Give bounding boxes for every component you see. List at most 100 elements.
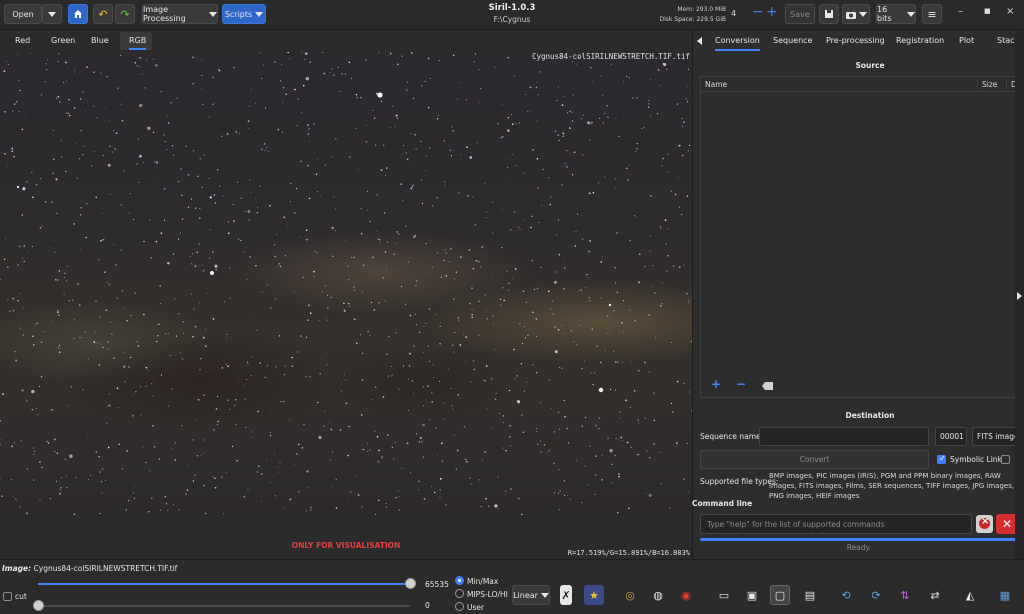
star: [95, 451, 98, 453]
compass-icon[interactable]: ◎: [620, 585, 640, 605]
tab-red[interactable]: Red: [15, 36, 30, 45]
star: [334, 229, 336, 232]
zoom-in-icon[interactable]: ▣: [742, 585, 762, 605]
scripts-menu[interactable]: Scripts: [222, 4, 266, 24]
star: [657, 69, 660, 71]
start-index-input[interactable]: 00001: [935, 427, 967, 446]
zoom-out-icon[interactable]: ▤: [800, 585, 820, 605]
star: [619, 417, 621, 419]
star: [82, 388, 84, 391]
star: [54, 251, 56, 253]
star: [480, 266, 482, 268]
home-button[interactable]: [68, 4, 88, 24]
star: [345, 379, 347, 381]
source-file-list[interactable]: Name Size D: [700, 76, 1024, 398]
star: [19, 89, 21, 92]
maximize-button[interactable]: ■: [984, 7, 991, 15]
tab-green[interactable]: Green: [51, 36, 75, 45]
star: [552, 313, 554, 315]
bright-star: [16, 185, 20, 189]
save-button[interactable]: Save: [785, 4, 815, 24]
thread-decrease-button[interactable]: −: [752, 4, 764, 20]
clear-list-button[interactable]: [762, 379, 773, 393]
zoom-one-icon[interactable]: ▢: [770, 585, 790, 605]
rotate-left-icon[interactable]: ⟲: [836, 585, 856, 605]
undo-button[interactable]: ↶: [93, 4, 113, 24]
extra-option-checkbox[interactable]: [1001, 455, 1010, 464]
star: [579, 324, 581, 326]
tab-plot[interactable]: Plot: [959, 36, 974, 45]
star: [422, 423, 425, 427]
save-as-button[interactable]: [819, 4, 839, 24]
tab-registration[interactable]: Registration: [896, 36, 944, 45]
tab-blue[interactable]: Blue: [91, 36, 109, 45]
column-size[interactable]: Size: [977, 80, 997, 89]
star: [607, 437, 609, 440]
star: [365, 59, 367, 61]
tab-pre-processing[interactable]: Pre-processing: [826, 36, 885, 45]
column-name[interactable]: Name: [705, 80, 727, 89]
cut-checkbox[interactable]: [3, 592, 12, 601]
rotate-right-icon[interactable]: ⟳: [866, 585, 886, 605]
tab-sequence[interactable]: Sequence: [773, 36, 812, 45]
star: [113, 244, 115, 246]
user-radio[interactable]: [455, 602, 464, 611]
star: [616, 232, 618, 234]
tab-conversion[interactable]: Conversion: [715, 36, 760, 51]
image-info-icon[interactable]: ▦: [995, 585, 1015, 605]
recent-files-dropdown[interactable]: [42, 4, 62, 24]
high-slider-knob[interactable]: [405, 578, 416, 589]
star: [384, 300, 386, 302]
flip-icon[interactable]: ⇅: [895, 585, 915, 605]
globe-icon[interactable]: ◍: [648, 585, 668, 605]
command-input[interactable]: Type "help" for the list of supported co…: [700, 514, 972, 534]
star: [60, 156, 63, 158]
star: [514, 268, 517, 270]
close-window-button[interactable]: ×: [1006, 6, 1014, 17]
target-icon[interactable]: ◉: [676, 585, 696, 605]
stretch-select[interactable]: Linear: [512, 585, 550, 605]
convert-button[interactable]: Convert: [700, 450, 929, 469]
high-slider-track[interactable]: [38, 583, 410, 585]
bit-depth-menu[interactable]: 16 bits: [876, 4, 916, 24]
zoom-fit-icon[interactable]: ▭: [714, 585, 734, 605]
star: [427, 345, 429, 347]
symbolic-link-checkbox[interactable]: [937, 454, 946, 464]
minimize-button[interactable]: –: [958, 6, 963, 17]
star: [515, 123, 517, 125]
image-canvas[interactable]: Cygnus84-colSIRILNEWSTRETCH.TIF.tif: [0, 52, 692, 515]
snapshot-menu[interactable]: [842, 4, 870, 24]
colormap-icon[interactable]: ★: [584, 585, 604, 605]
add-files-button[interactable]: +: [711, 377, 721, 391]
star: [321, 52, 323, 53]
low-slider-knob[interactable]: [33, 600, 44, 611]
main-menu-button[interactable]: ≡: [922, 4, 942, 24]
redo-button[interactable]: ↷: [115, 4, 135, 24]
clear-command-button[interactable]: [976, 515, 993, 533]
star: [289, 57, 291, 60]
histogram-icon[interactable]: ◭: [960, 585, 980, 605]
minmax-radio[interactable]: [455, 576, 464, 585]
panel-collapse-strip[interactable]: [1015, 30, 1024, 559]
sequence-name-input[interactable]: [759, 427, 929, 446]
mirror-icon[interactable]: ⇄: [925, 585, 945, 605]
mips-radio[interactable]: [455, 589, 464, 598]
star: [225, 471, 228, 473]
low-slider-track[interactable]: [38, 605, 410, 607]
image-processing-menu[interactable]: Image Processing: [142, 4, 218, 24]
tabs-scroll-left-icon[interactable]: [697, 37, 702, 45]
star: [73, 107, 76, 109]
star: [19, 506, 21, 508]
star: [274, 255, 276, 258]
open-button[interactable]: Open: [4, 4, 42, 24]
star: [485, 211, 487, 213]
negative-view-icon[interactable]: ✗: [560, 585, 572, 605]
thread-increase-button[interactable]: +: [766, 4, 778, 20]
tab-rgb[interactable]: RGB: [129, 36, 147, 50]
star: [630, 407, 632, 409]
star: [405, 225, 407, 227]
remove-file-button[interactable]: −: [736, 377, 746, 391]
star: [432, 364, 434, 366]
star: [403, 145, 405, 147]
star: [634, 320, 636, 322]
